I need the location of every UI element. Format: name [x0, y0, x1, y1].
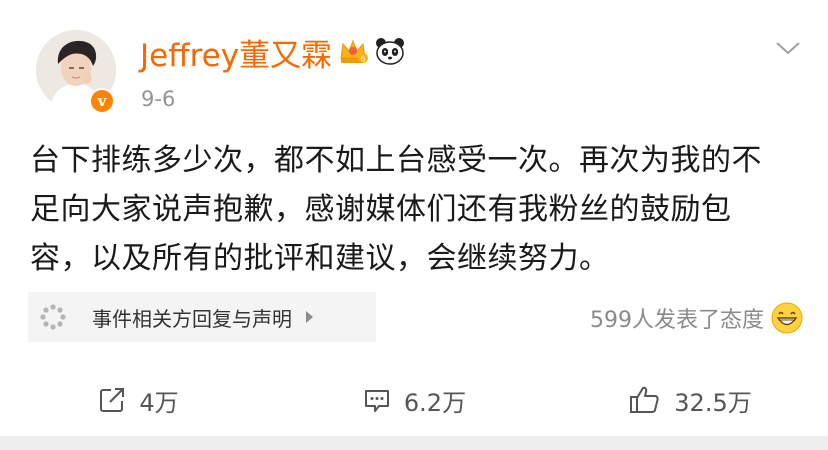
chevron-down-icon[interactable] [774, 38, 802, 58]
membership-level: 6 [361, 55, 366, 64]
thumbs-up-icon [630, 386, 659, 413]
avatar[interactable]: v [36, 30, 116, 114]
weibo-post-card: v Jeffrey董又霖 6 9-6 台下排练多少次，都不如上台感受一次。再次为… [0, 0, 828, 450]
panda-icon[interactable] [374, 36, 406, 76]
verified-badge: v [89, 88, 115, 114]
username[interactable]: Jeffrey董又霖 6 [140, 36, 406, 76]
comment-count: 6.2万 [403, 388, 467, 417]
comment-icon [364, 390, 389, 412]
grin-emoji-icon [771, 302, 803, 334]
event-dots-icon [40, 304, 66, 330]
triangle-right-icon [306, 311, 313, 323]
post-text: 台下排练多少次，都不如上台感受一次。再次为我的不足向大家说声抱歉，感谢媒体们还有… [30, 143, 762, 276]
repost-button[interactable]: 4万 [0, 372, 276, 428]
reactions-summary[interactable]: 599人发表了态度 [590, 298, 804, 338]
reactions-count: 599人发表了态度 [590, 308, 764, 333]
crown-badge-icon[interactable]: 6 [338, 36, 369, 76]
event-label: 事件相关方回复与声明 [92, 306, 292, 331]
share-icon [100, 388, 125, 412]
action-bar: 4万 6.2万 32.5万 [0, 372, 828, 428]
post-time: 9-6 [141, 87, 176, 111]
repost-count: 4万 [139, 388, 179, 417]
like-button[interactable]: 32.5万 [552, 372, 828, 428]
event-link[interactable]: 事件相关方回复与声明 [28, 292, 376, 342]
bottom-divider [0, 436, 828, 450]
username-text: Jeffrey董又霖 [140, 38, 333, 74]
like-count: 32.5万 [674, 388, 752, 417]
comment-button[interactable]: 6.2万 [276, 372, 552, 428]
